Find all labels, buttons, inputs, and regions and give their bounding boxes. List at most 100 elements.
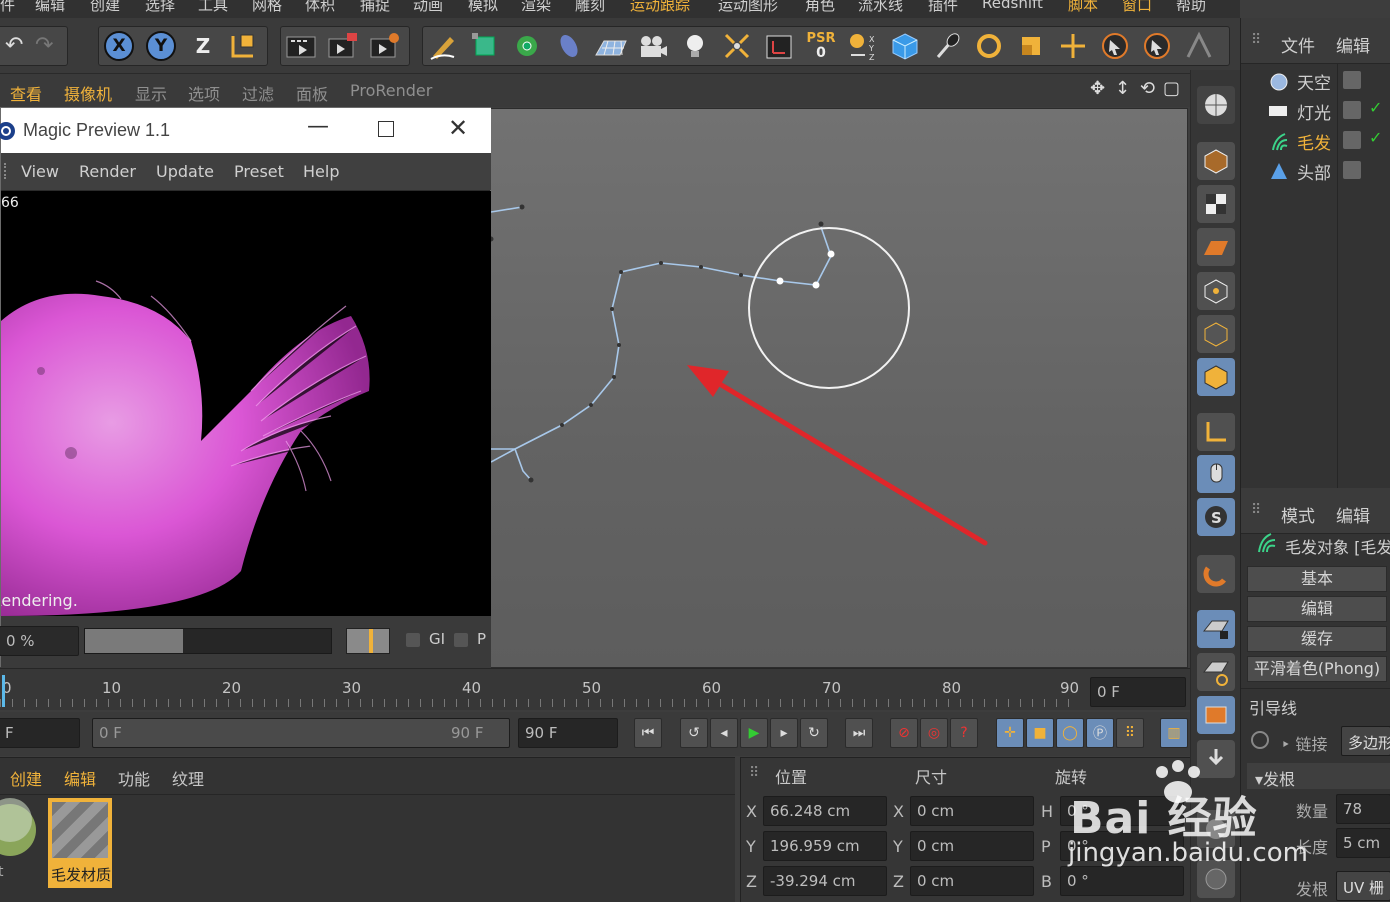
size-y-field[interactable]: 0 cm bbox=[910, 831, 1034, 861]
tool-options-icon[interactable] bbox=[1182, 29, 1216, 63]
edge-mode-icon[interactable] bbox=[1197, 315, 1235, 353]
autokey-icon[interactable]: ◎ bbox=[920, 718, 948, 748]
mp-menu-view[interactable]: View bbox=[21, 162, 59, 181]
workplane-icon[interactable] bbox=[1197, 228, 1235, 266]
snap-magnet-icon[interactable] bbox=[1197, 555, 1235, 593]
floor-icon[interactable] bbox=[594, 29, 628, 63]
texture-mode-icon[interactable] bbox=[1197, 185, 1235, 223]
position-z-field[interactable]: -39.294 cm bbox=[763, 866, 887, 896]
viewport-menu-display[interactable]: 显示 bbox=[135, 81, 167, 105]
menu-pipeline[interactable]: 流水线 bbox=[858, 0, 903, 15]
render-region-icon[interactable] bbox=[326, 29, 360, 63]
menu-plugins[interactable]: 插件 bbox=[928, 0, 958, 15]
misc-icon[interactable] bbox=[1197, 810, 1235, 848]
magic-preview-window[interactable]: Magic Preview 1.1 — ✕ View Render Update… bbox=[0, 107, 491, 668]
rotate-tool-icon[interactable] bbox=[972, 29, 1006, 63]
menu-file[interactable]: 件 bbox=[0, 0, 15, 15]
viewport-menu-prorender[interactable]: ProRender bbox=[350, 81, 432, 100]
key-pla-icon[interactable]: ⠿ bbox=[1116, 718, 1144, 748]
menu-snap[interactable]: 捕捉 bbox=[360, 0, 390, 15]
render-settings-icon[interactable] bbox=[368, 29, 402, 63]
menu-create[interactable]: 创建 bbox=[90, 0, 120, 15]
download-icon[interactable] bbox=[1197, 740, 1235, 778]
start-frame-field[interactable]: F bbox=[0, 718, 80, 748]
cube-primitive-icon[interactable] bbox=[468, 29, 502, 63]
polygon-mode-icon[interactable] bbox=[1197, 358, 1235, 396]
workplane-rotate-icon[interactable] bbox=[1197, 653, 1235, 691]
menu-help[interactable]: 帮助 bbox=[1176, 0, 1206, 15]
mat-menu-edit[interactable]: 编辑 bbox=[64, 766, 96, 790]
render-window-icon[interactable] bbox=[1197, 696, 1235, 734]
go-to-start-icon[interactable]: ⏮ bbox=[634, 718, 662, 748]
position-x-field[interactable]: 66.248 cm bbox=[763, 796, 887, 826]
object-row-head[interactable]: 头部 bbox=[1241, 156, 1390, 186]
menu-character[interactable]: 角色 bbox=[805, 0, 835, 15]
visibility-toggle[interactable] bbox=[1343, 71, 1361, 89]
viewport-3d[interactable] bbox=[490, 108, 1188, 668]
solo-mode-icon[interactable]: S bbox=[1197, 498, 1235, 536]
menu-window[interactable]: 窗口 bbox=[1122, 0, 1152, 15]
viewport-rotate-icon[interactable]: ⟲ bbox=[1140, 78, 1155, 99]
cube-blue-icon[interactable] bbox=[888, 29, 922, 63]
mp-menu-update[interactable]: Update bbox=[156, 162, 214, 181]
root-dropdown[interactable]: UV 栅 bbox=[1336, 871, 1390, 901]
point-mode-icon[interactable] bbox=[1197, 272, 1235, 310]
menu-select[interactable]: 选择 bbox=[145, 0, 175, 15]
size-z-field[interactable]: 0 cm bbox=[910, 866, 1034, 896]
key-position-icon[interactable]: ✛ bbox=[996, 718, 1024, 748]
menu-render[interactable]: 渲染 bbox=[521, 0, 551, 15]
mat-menu-function[interactable]: 功能 bbox=[118, 766, 150, 790]
end-frame-field[interactable]: 90 F bbox=[518, 718, 618, 748]
brush-icon[interactable] bbox=[930, 29, 964, 63]
section-roots[interactable]: ▾发根 bbox=[1247, 763, 1390, 789]
next-frame-icon[interactable]: ▸ bbox=[770, 718, 798, 748]
viewport-zoom-icon[interactable]: ↕ bbox=[1115, 78, 1130, 99]
key-parameter-icon[interactable]: Ⓟ bbox=[1086, 718, 1114, 748]
playhead[interactable] bbox=[2, 675, 5, 707]
pen-spline-icon[interactable] bbox=[426, 29, 460, 63]
menu-motion-tracking[interactable]: 运动跟踪 bbox=[630, 0, 690, 15]
p-checkbox[interactable] bbox=[454, 633, 468, 647]
link-radio[interactable] bbox=[1251, 731, 1269, 749]
menu-redshift[interactable]: Redshift bbox=[982, 0, 1043, 12]
play-icon[interactable]: ▶ bbox=[740, 718, 768, 748]
axis-mode-icon[interactable] bbox=[1197, 413, 1235, 451]
mat-menu-texture[interactable]: 纹理 bbox=[172, 766, 204, 790]
y-axis-toggle[interactable]: Y bbox=[146, 31, 176, 61]
workplane-lock-icon[interactable] bbox=[1197, 610, 1235, 648]
object-row-sky[interactable]: 天空 bbox=[1241, 66, 1390, 96]
menu-animate[interactable]: 动画 bbox=[413, 0, 443, 15]
viewport-maximize-icon[interactable]: ▢ bbox=[1163, 78, 1180, 99]
check-icon[interactable]: ✓ bbox=[1369, 128, 1382, 147]
link-dropdown[interactable]: 多边形 bbox=[1341, 726, 1390, 756]
model-mode-icon[interactable] bbox=[1197, 142, 1235, 180]
visibility-toggle[interactable] bbox=[1343, 101, 1361, 119]
key-scale-icon[interactable]: ■ bbox=[1026, 718, 1054, 748]
gi-checkbox[interactable] bbox=[406, 633, 420, 647]
keyframe-selection-icon[interactable]: ? bbox=[950, 718, 978, 748]
menu-script[interactable]: 脚本 bbox=[1068, 0, 1098, 15]
tweak-mode-icon[interactable] bbox=[1197, 455, 1235, 493]
menu-mesh[interactable]: 网格 bbox=[252, 0, 282, 15]
render-view-icon[interactable] bbox=[284, 29, 318, 63]
misc-icon-2[interactable] bbox=[1197, 860, 1235, 898]
move-tool-icon[interactable] bbox=[1056, 29, 1090, 63]
record-icon[interactable]: ⊘ bbox=[890, 718, 918, 748]
rotation-b-field[interactable]: 0 ° bbox=[1060, 866, 1184, 896]
mp-menu-preset[interactable]: Preset bbox=[234, 162, 284, 181]
menu-sculpt[interactable]: 雕刻 bbox=[575, 0, 605, 15]
visibility-toggle[interactable] bbox=[1343, 131, 1361, 149]
scene-icon[interactable] bbox=[720, 29, 754, 63]
z-axis-toggle[interactable]: Z bbox=[186, 29, 220, 63]
tab-phong[interactable]: 平滑着色(Phong) bbox=[1247, 656, 1387, 682]
mp-menu-render[interactable]: Render bbox=[79, 162, 136, 181]
previous-key-icon[interactable]: ↺ bbox=[680, 718, 708, 748]
close-icon[interactable]: ✕ bbox=[448, 114, 468, 142]
subdivision-icon[interactable] bbox=[510, 29, 544, 63]
rotation-p-field[interactable]: 0 ° bbox=[1060, 831, 1184, 861]
count-field[interactable]: 78 bbox=[1336, 794, 1390, 824]
update-slider[interactable] bbox=[346, 628, 390, 654]
select-arrow-icon[interactable] bbox=[1140, 29, 1174, 63]
viewport-menu-view[interactable]: 查看 bbox=[10, 81, 42, 105]
tab-basic[interactable]: 基本 bbox=[1247, 566, 1387, 592]
